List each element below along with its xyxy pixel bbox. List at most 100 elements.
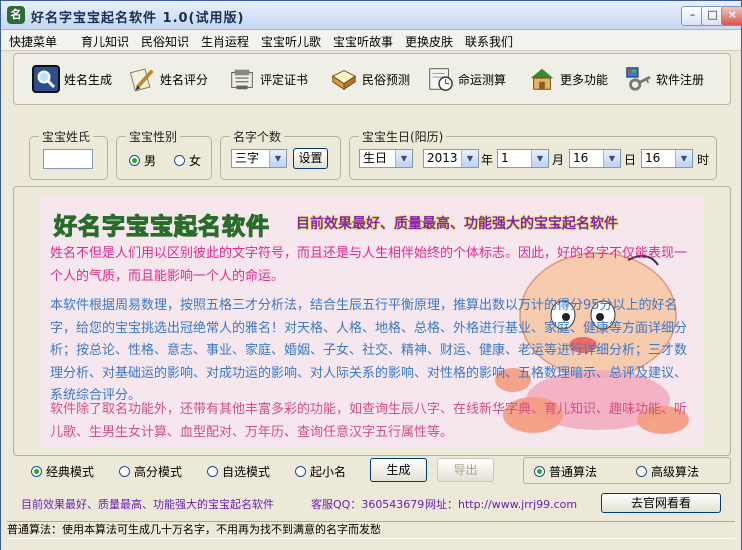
generate-button[interactable]: 生成 (370, 458, 427, 482)
name-count-value: 三字 (235, 151, 260, 165)
gender-radio-female[interactable]: 女 (174, 152, 201, 169)
chevron-down-icon: ▼ (603, 150, 620, 167)
chevron-down-icon: ▼ (675, 150, 692, 167)
info-bar: 目前效果最好、质量最高、功能强大的宝宝起名软件 客服QQ：360543679 网… (1, 493, 741, 513)
radio-dot (636, 466, 647, 477)
gender-radio-male[interactable]: 男 (129, 152, 156, 169)
mode-high-score-label: 高分模式 (134, 465, 183, 479)
menu-stories[interactable]: 宝宝听故事 (333, 33, 393, 50)
app-window: 名 好名字宝宝起名软件 1.0(试用版) – □ × 快捷菜单 育儿知识 民俗知… (0, 0, 742, 550)
gender-label: 宝宝性别 (126, 128, 181, 145)
month-select[interactable]: 1 ▼ (497, 149, 549, 168)
mode-radio-classic[interactable]: 经典模式 (31, 463, 94, 480)
certificate-button[interactable]: 评定证书 (228, 60, 308, 98)
banner-slogan: 目前效果最好、质量最高、功能强大的宝宝起名软件 (296, 216, 618, 232)
chevron-down-icon: ▼ (531, 150, 548, 167)
algorithm-radio-advanced[interactable]: 高级算法 (636, 463, 699, 480)
hour-value: 16 (645, 151, 661, 165)
menu-zodiac[interactable]: 生肖运程 (201, 33, 249, 50)
certificate-label: 评定证书 (260, 72, 309, 87)
chevron-down-icon: ▼ (395, 150, 412, 167)
export-button[interactable]: 导出 (437, 458, 494, 482)
menu-contact[interactable]: 联系我们 (465, 33, 513, 50)
radio-dot (119, 466, 130, 477)
score-name-button[interactable]: 姓名评分 (128, 60, 208, 98)
status-text: 普通算法：使用本算法可生成几十万名字，不用再为找不到满意的名字而发愁 (7, 521, 735, 539)
generate-name-label: 姓名生成 (64, 72, 113, 87)
intro-paragraph-2: 本软件根据周易数理，按照五格三才分析法，结合生辰五行平衡原理，推算出数以万计的得… (50, 298, 688, 403)
day-select[interactable]: 16 ▼ (569, 149, 621, 168)
day-unit: 日 (624, 153, 637, 167)
algorithm-normal-label: 普通算法 (549, 465, 598, 479)
clock-icon (426, 65, 454, 93)
content-panel: 好名字宝宝起名软件 目前效果最好、质量最高、功能强大的宝宝起名软件 姓名不但是人… (13, 186, 731, 456)
menu-songs[interactable]: 宝宝听儿歌 (261, 33, 321, 50)
certificate-icon (228, 65, 256, 93)
menu-bar: 快捷菜单 育儿知识 民俗知识 生肖运程 宝宝听儿歌 宝宝听故事 更换皮肤 联系我… (1, 30, 741, 51)
menu-skin[interactable]: 更换皮肤 (405, 33, 453, 50)
calendar-type-select[interactable]: 生日 ▼ (359, 149, 413, 168)
algorithm-advanced-label: 高级算法 (651, 465, 700, 479)
generate-name-button[interactable]: 姓名生成 (32, 60, 112, 98)
birthday-group: 宝宝生日(阳历) 生日 ▼ 2013 ▼ 年 1 ▼ 月 16 ▼ 日 16 ▼… (349, 128, 717, 180)
book-icon (330, 65, 358, 93)
mode-classic-label: 经典模式 (46, 465, 95, 479)
house-icon (528, 65, 556, 93)
folk-forecast-button[interactable]: 民俗预测 (330, 60, 410, 98)
gender-female-label: 女 (189, 154, 202, 168)
name-count-group: 名字个数 三字 ▼ 设置 (220, 128, 341, 180)
birthday-label: 宝宝生日(阳历) (359, 128, 447, 145)
menu-parenting[interactable]: 育儿知识 (81, 33, 129, 50)
mode-custom-label: 自选模式 (222, 465, 271, 479)
hour-unit: 时 (697, 153, 710, 167)
info-slogan: 目前效果最好、质量最高、功能强大的宝宝起名软件 (21, 498, 274, 511)
title-bar[interactable]: 名 好名字宝宝起名软件 1.0(试用版) – □ × (1, 1, 742, 30)
app-logo-icon: 名 (7, 6, 25, 24)
info-website[interactable]: 网址：http://www.jrrj99.com (425, 496, 577, 512)
more-features-label: 更多功能 (560, 72, 609, 87)
radio-dot (295, 466, 306, 477)
year-unit: 年 (481, 153, 494, 167)
surname-label: 宝宝姓氏 (39, 128, 94, 145)
banner-title: 好名字宝宝起名软件 (53, 213, 270, 240)
algorithm-radio-normal[interactable]: 普通算法 (534, 463, 597, 480)
hour-select[interactable]: 16 ▼ (641, 149, 693, 168)
algorithm-group: 普通算法 高级算法 (523, 457, 731, 484)
radio-dot (534, 466, 545, 477)
edit-document-icon (128, 65, 156, 93)
intro-banner: 好名字宝宝起名软件 目前效果最好、质量最高、功能强大的宝宝起名软件 姓名不但是人… (40, 195, 704, 447)
intro-paragraph-1: 姓名不但是人们用以区别彼此的文字符号，而且还是与人生相伴始终的个体标志。因此，好… (50, 246, 688, 284)
more-features-button[interactable]: 更多功能 (528, 60, 608, 98)
calendar-type-value: 生日 (363, 151, 388, 165)
toolbar: 姓名生成 姓名评分 评定证书 民俗预测 命运测算 更多功能 软件注册 (13, 53, 731, 105)
visit-website-button[interactable]: 去官网看看 (601, 493, 721, 513)
register-label: 软件注册 (656, 72, 705, 87)
close-button[interactable]: × (721, 6, 742, 26)
status-bar: 普通算法：使用本算法可生成几十万名字，不用再为找不到满意的名字而发愁 (1, 516, 741, 550)
name-count-label: 名字个数 (230, 128, 285, 145)
day-value: 16 (573, 151, 589, 165)
fortune-calc-button[interactable]: 命运测算 (426, 60, 506, 98)
mode-radio-custom[interactable]: 自选模式 (207, 463, 270, 480)
folk-forecast-label: 民俗预测 (362, 72, 411, 87)
month-unit: 月 (552, 153, 565, 167)
settings-button[interactable]: 设置 (293, 148, 328, 169)
mode-radio-high-score[interactable]: 高分模式 (119, 463, 182, 480)
chevron-down-icon: ▼ (269, 150, 286, 167)
info-qq: 客服QQ：360543679 (311, 498, 425, 511)
intro-paragraph-3: 软件除了取名功能外，还带有其他丰富多彩的功能，如查询生辰八字、在线新华字典、育儿… (50, 402, 688, 440)
register-button[interactable]: 软件注册 (624, 60, 704, 98)
key-icon (624, 65, 652, 93)
menu-folklore[interactable]: 民俗知识 (141, 33, 189, 50)
fortune-calc-label: 命运测算 (458, 72, 507, 87)
mode-radio-nickname[interactable]: 起小名 (295, 463, 346, 480)
surname-input[interactable] (43, 149, 93, 169)
score-name-label: 姓名评分 (160, 72, 209, 87)
gender-group: 宝宝性别 男 女 (116, 128, 212, 180)
surname-group: 宝宝姓氏 (29, 128, 108, 180)
mode-nickname-label: 起小名 (310, 465, 347, 479)
year-select[interactable]: 2013 ▼ (423, 149, 479, 168)
name-count-select[interactable]: 三字 ▼ (231, 149, 287, 168)
menu-quick[interactable]: 快捷菜单 (9, 33, 57, 50)
radio-dot (129, 155, 140, 166)
